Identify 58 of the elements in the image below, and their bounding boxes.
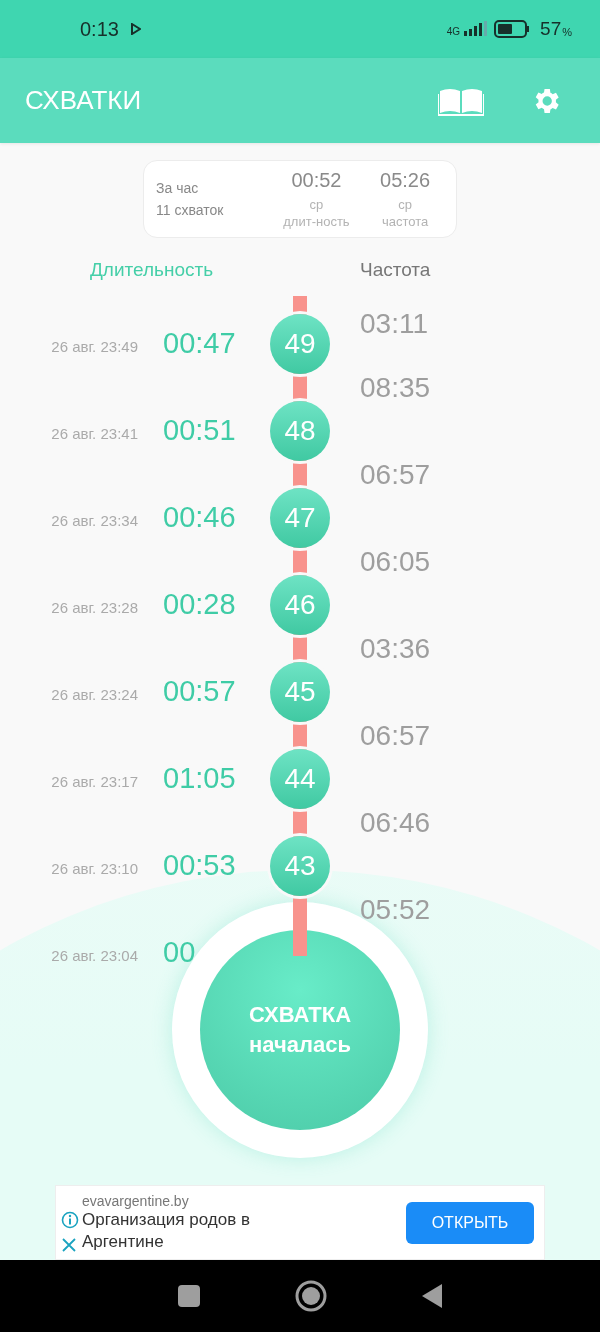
contraction-number[interactable]: 46 — [270, 574, 330, 635]
date-text: 26 авг. 23:49 — [50, 338, 138, 355]
back-icon[interactable] — [421, 1283, 443, 1309]
interval-text: 08:35 — [360, 370, 431, 405]
clock-text: 0:13 — [80, 17, 119, 41]
stat-label: длит-ность — [283, 212, 350, 230]
recents-icon[interactable] — [177, 1284, 201, 1308]
column-tab[interactable]: Частота — [360, 259, 431, 281]
date-text: 26 авг. 23:10 — [50, 860, 138, 877]
interval-text: 05:52 — [360, 892, 431, 927]
play-icon — [130, 23, 141, 35]
date-text: 26 авг. 23:04 — [50, 947, 138, 964]
duration-text: 00 — [163, 936, 197, 969]
duration-text: 00:46 — [163, 501, 237, 534]
stat-label: ср — [398, 195, 412, 213]
date-text: 26 авг. 23:24 — [50, 686, 138, 703]
home-icon[interactable] — [295, 1280, 327, 1312]
stat-label: ср — [309, 195, 324, 213]
duration-text: 00:51 — [163, 414, 237, 447]
contraction-number[interactable]: 43 — [270, 835, 330, 896]
close-icon[interactable] — [61, 1236, 77, 1253]
stat-value: 00:52 — [291, 168, 342, 192]
info-icon[interactable] — [61, 1210, 79, 1229]
count-label: 11 схваток — [156, 202, 225, 218]
app-title: СХВАТКИ — [25, 85, 142, 116]
duration-text: 01:05 — [163, 762, 237, 795]
interval-text: 06:57 — [360, 718, 431, 753]
date-text: 26 авг. 23:28 — [50, 599, 138, 616]
interval-text: 03:36 — [360, 631, 431, 666]
stat-value: 05:26 — [380, 168, 431, 192]
contraction-number[interactable]: 44 — [270, 748, 330, 809]
duration-text: 00:57 — [163, 675, 237, 708]
signal-icon — [462, 21, 489, 37]
date-text: 26 авг. 23:34 — [50, 512, 138, 529]
battery-text: 57 — [540, 18, 562, 40]
duration-text: 00:28 — [163, 588, 237, 621]
stat-label: частота — [381, 212, 429, 230]
date-text: 26 авг. 23:41 — [50, 425, 138, 442]
start-button[interactable]: СХВАТКА началась — [200, 930, 400, 1130]
battery-icon — [494, 20, 531, 38]
interval-text: 06:46 — [360, 805, 431, 840]
contraction-number[interactable]: 47 — [270, 487, 330, 548]
contraction-number[interactable]: 49 — [270, 313, 330, 374]
contraction-number[interactable]: 48 — [270, 400, 330, 461]
open-button[interactable]: ОТКРЫТЬ — [406, 1201, 534, 1244]
date-text: 26 авг. 23:17 — [50, 773, 138, 790]
duration-text: 00:53 — [163, 849, 237, 882]
period-label: За час — [156, 180, 200, 196]
ad-domain: evavargentine.by — [82, 1192, 190, 1209]
percent-text: % — [562, 26, 572, 38]
ad-title: Организация родов в Аргентине — [82, 1209, 251, 1253]
column-tab[interactable]: Длительность — [90, 259, 360, 281]
contraction-number[interactable]: 45 — [270, 661, 330, 722]
network-text: 4G — [446, 26, 461, 37]
interval-text: 06:57 — [360, 457, 431, 492]
duration-text: 00:47 — [163, 327, 237, 360]
interval-text: 03:11 — [360, 307, 429, 341]
interval-text: 06:05 — [360, 544, 431, 579]
